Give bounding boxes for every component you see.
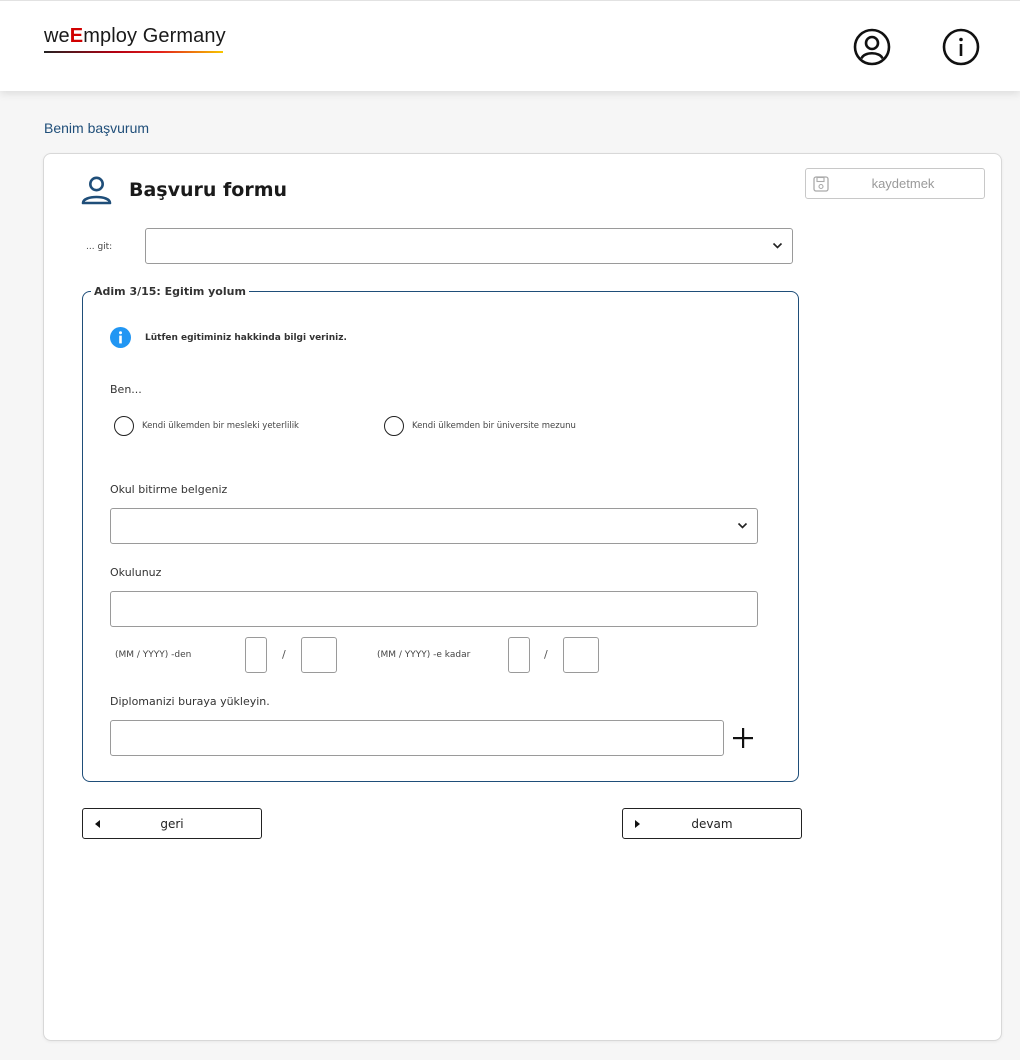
info-circle-icon (110, 327, 131, 348)
radio-label-university-graduate[interactable]: Kendi ülkemden bir üniversite mezunu (412, 421, 576, 431)
logo-text-e: E (69, 25, 84, 47)
to-month-input[interactable] (508, 637, 530, 673)
top-bar: weEmploy Germany (0, 0, 1020, 91)
logo-underline (44, 51, 223, 53)
diploma-upload-input[interactable] (110, 720, 724, 756)
logo-text-we: we (44, 25, 70, 47)
chevron-down-icon (772, 242, 783, 249)
to-date-label: (MM / YYYY) -e kadar (377, 650, 471, 660)
goto-step-select[interactable] (145, 228, 793, 264)
breadcrumb-my-application[interactable]: Benim başvurum (44, 120, 149, 136)
from-month-input[interactable] (245, 637, 267, 673)
form-title: Başvuru formu (129, 179, 288, 201)
info-icon[interactable] (942, 28, 980, 66)
save-button[interactable]: kaydetmek (805, 168, 985, 199)
from-date-separator: / (282, 648, 286, 661)
back-button[interactable]: geri (82, 808, 262, 839)
from-year-input[interactable] (301, 637, 337, 673)
logo-text-germany: Germany (137, 25, 226, 47)
person-icon (81, 176, 112, 205)
user-account-icon[interactable] (853, 28, 891, 66)
info-message: Lütfen egitiminiz hakkinda bilgi veriniz… (145, 333, 347, 343)
school-certificate-select[interactable] (110, 508, 758, 544)
plus-icon[interactable] (731, 726, 755, 750)
save-button-label: kaydetmek (871, 176, 935, 191)
logo-text-mploy: mploy (83, 25, 138, 47)
radio-vocational-qualification[interactable] (114, 416, 134, 436)
school-label: Okulunuz (110, 566, 162, 579)
diploma-upload-label: Diplomanizi buraya yükleyin. (110, 695, 270, 708)
next-button-label: devam (691, 817, 733, 831)
from-date-label: (MM / YYYY) -den (115, 650, 192, 660)
weemploy-logo[interactable]: weEmploy Germany (44, 25, 226, 48)
to-date-separator: / (544, 648, 548, 661)
next-button[interactable]: devam (622, 808, 802, 839)
school-input[interactable] (110, 591, 758, 627)
school-certificate-label: Okul bitirme belgeniz (110, 483, 228, 496)
ben-label: Ben... (110, 383, 142, 396)
radio-label-vocational-qualification[interactable]: Kendi ülkemden bir mesleki yeterlilik (142, 421, 299, 431)
chevron-down-icon (737, 522, 748, 529)
to-year-input[interactable] (563, 637, 599, 673)
step-legend: Adim 3/15: Egitim yolum (94, 285, 246, 298)
goto-label: ... git: (86, 242, 113, 252)
radio-university-graduate[interactable] (384, 416, 404, 436)
back-button-label: geri (160, 817, 184, 831)
